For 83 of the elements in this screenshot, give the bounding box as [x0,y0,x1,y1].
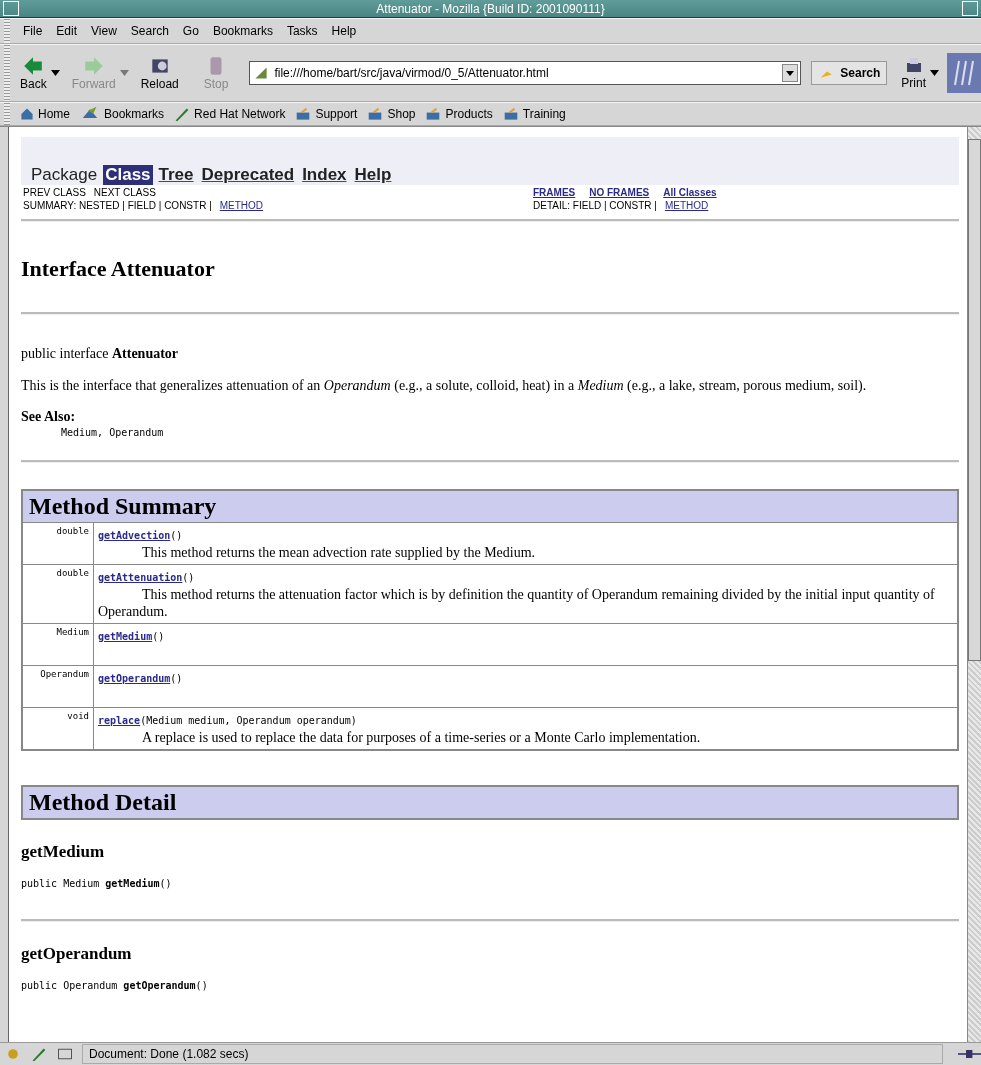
caret-icon[interactable] [50,70,60,76]
declaration: public interface Attenuator [21,345,180,363]
bookmark-link[interactable]: Home [20,107,76,121]
see-also-text: Medium, Operandum [61,427,165,438]
method-params: () [170,530,183,541]
house-icon [20,107,34,121]
table-cell: Operandum [22,665,94,708]
bookmark-link[interactable]: Bookmarks [80,106,171,122]
caret-icon[interactable] [930,70,939,76]
toolbar-grip[interactable] [4,103,10,125]
menu-item[interactable]: Tasks [279,24,325,38]
nav-link[interactable]: All Classes [663,187,717,198]
status-text: Document: Done (1.082 secs) [82,1044,943,1064]
url-field[interactable]: file:///home/bart/src/java/virmod/0_5/Attenuator.html [249,61,802,85]
card-icon [56,1046,74,1062]
description: This is the interface that generalizes attenuation of an Operandum (e.g., a solute, colloid, heat) in a Medium (e.g., a lake, stream, porous medium, soil). [21,377,868,395]
nav-text: PREV CLASS [23,187,86,198]
method-name-link[interactable]: getMedium [98,631,153,642]
bookmark-link[interactable]: Support [295,107,364,121]
method-params: () [152,631,165,642]
scrollbar[interactable] [967,127,981,1042]
folder-icon [502,107,519,121]
nav-text: DETAIL: FIELD | CONSTR | [533,200,657,211]
method-name: getMedium [21,842,106,862]
method-params: () [170,673,183,684]
pen-icon [30,1046,48,1062]
see-also-label: See Also: [21,409,77,425]
folder-icon [425,107,442,121]
method-name-link[interactable]: getAdvection [98,530,171,541]
logo-icon [947,53,981,93]
bookmark-link[interactable]: Products [425,107,499,121]
nav-link[interactable]: METHOD [664,200,709,211]
print-button[interactable]: Print [897,56,930,90]
method-params: () [182,572,195,583]
menu-item[interactable]: Edit [49,24,85,38]
method-signature: public Operandum getOperandum() [21,980,209,991]
menu-item[interactable]: Go [175,24,206,38]
method-params: (Medium medium, Operandum operandum) [140,715,357,726]
folder-icon [367,107,384,121]
toolbar-button[interactable]: Back [16,55,51,91]
nav-link[interactable]: Help [352,165,394,185]
table-heading: Method Detail [22,786,958,819]
nav-link[interactable]: METHOD [219,200,264,211]
method-name: getOperandum [21,944,133,964]
page-icon [254,66,269,80]
method-description: This method returns the attenuation factor which is by definition the quantity of Operandum remaining divided by the initial input quantity of Operandum. [98,586,936,620]
page-heading: Interface Attenuator [21,256,216,282]
menu-item[interactable]: View [84,24,124,38]
nav-link[interactable]: FRAMES [533,187,576,198]
method-description: This method returns the mean advection rate supplied by the Medium. [141,544,537,561]
menu-item[interactable]: File [16,24,50,38]
pen-icon [174,106,191,122]
nav-text: NEXT CLASS [93,187,156,198]
toolbar-grip[interactable] [4,19,10,43]
url-text: file:///home/bart/src/java/virmod/0_5/Attenuator.html [274,66,549,80]
dropdown-button[interactable] [782,64,799,82]
menu-item[interactable]: Help [324,24,364,38]
folder-icon [295,107,312,121]
table-heading: Method Summary [22,490,958,523]
window-menu-button[interactable] [3,1,19,16]
method-name-link[interactable]: getAttenuation [98,572,183,583]
menu-item[interactable]: Bookmarks [205,24,280,38]
toolbar-grip[interactable] [4,45,10,101]
nav-link[interactable]: Deprecated [199,165,297,185]
method-name-link[interactable]: getOperandum [98,673,171,684]
table-cell: double [22,522,94,565]
bookmark-link[interactable]: Red Hat Network [174,106,292,122]
method-description: A replace is used to replace the data for purposes of a time-series or a Monte Carlo implementation. [141,729,702,746]
bookmark-link[interactable]: Training [502,107,572,121]
close-button[interactable] [962,1,978,16]
window-title: Attenuator - Mozilla {Build ID: 2001090111} [375,1,606,16]
nav-link[interactable]: Index [300,165,349,185]
nav-link[interactable]: NO FRAMES [589,187,650,198]
search-button[interactable]: Search [811,61,888,85]
bookmark-link[interactable]: Shop [367,107,422,121]
method-signature: public Medium getMedium() [21,878,173,889]
table-cell: double [22,564,94,624]
table-cell: Medium [22,623,94,666]
method-name-link[interactable]: replace [98,715,141,726]
nav-link[interactable]: Tree [156,165,196,185]
toolbar-button[interactable]: Reload [136,55,183,91]
nav-text: SUMMARY: NESTED | FIELD | CONSTR | [23,200,212,211]
menu-item[interactable]: Search [123,24,176,38]
